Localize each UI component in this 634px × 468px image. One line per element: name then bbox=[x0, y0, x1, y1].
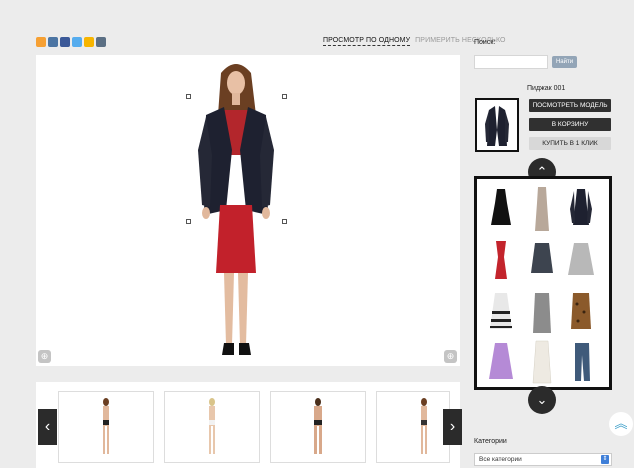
select-arrow-icon: ⇕ bbox=[601, 455, 609, 464]
livejournal-icon[interactable] bbox=[96, 37, 106, 47]
model-1-figure bbox=[103, 398, 109, 454]
categories-label: Категории bbox=[474, 438, 507, 445]
mail-icon[interactable] bbox=[84, 37, 94, 47]
catalog-item-purple-dress[interactable] bbox=[489, 343, 513, 379]
odnoklassniki-icon[interactable] bbox=[36, 37, 46, 47]
twitter-icon[interactable] bbox=[72, 37, 82, 47]
catalog-item-leopard-coat[interactable] bbox=[571, 293, 591, 329]
model-4-figure bbox=[421, 398, 427, 454]
tab-view-one[interactable]: ПРОСМОТР ПО ОДНОМУ bbox=[323, 37, 411, 46]
search-button[interactable]: Найти bbox=[552, 56, 577, 68]
catalog-item-black-dress[interactable] bbox=[491, 189, 511, 225]
category-selected-value: Все категории bbox=[479, 456, 522, 463]
model-thumb-4[interactable] bbox=[376, 391, 450, 463]
catalog-item-striped-skirt[interactable] bbox=[490, 293, 512, 329]
model-figure bbox=[198, 64, 274, 355]
view-model-button[interactable]: ПОСМОТРЕТЬ МОДЕЛЬ bbox=[529, 99, 611, 112]
catalog-item-black-jacket[interactable] bbox=[570, 189, 592, 225]
zoom-in-icon[interactable]: ⊕ bbox=[444, 350, 457, 363]
zoom-out-icon[interactable]: ⊕ bbox=[38, 350, 51, 363]
buy-one-click-button[interactable]: КУПИТЬ В 1 КЛИК bbox=[529, 137, 611, 150]
catalog-item-jeans[interactable] bbox=[575, 343, 590, 381]
catalog-item-floral-maxi-dress[interactable] bbox=[535, 187, 549, 231]
catalog-item-white-dress[interactable] bbox=[532, 340, 552, 384]
chevron-right-icon[interactable]: › bbox=[443, 409, 462, 445]
catalog-item-red-dress[interactable] bbox=[495, 241, 507, 279]
model-thumb-2[interactable] bbox=[164, 391, 260, 463]
model-thumb-1[interactable] bbox=[58, 391, 154, 463]
model-2-figure bbox=[209, 398, 215, 454]
item-title: Пиджак 001 bbox=[527, 85, 566, 92]
model-3-figure bbox=[314, 398, 322, 454]
add-to-cart-button[interactable]: В КОРЗИНУ bbox=[529, 118, 611, 131]
chevron-down-icon[interactable]: ⌄ bbox=[528, 386, 556, 414]
resize-handle-tl[interactable] bbox=[186, 94, 191, 99]
vk-icon[interactable] bbox=[48, 37, 58, 47]
catalog-items bbox=[489, 187, 594, 384]
catalog-item-gray-skirt[interactable] bbox=[531, 243, 553, 273]
fitting-stage: ⊕ ⊕ bbox=[36, 55, 460, 366]
search-input[interactable] bbox=[474, 55, 548, 69]
resize-handle-bl[interactable] bbox=[186, 219, 191, 224]
catalog-item-gray-coat[interactable] bbox=[533, 293, 551, 333]
jacket-image bbox=[485, 106, 509, 146]
social-share-bar bbox=[36, 37, 106, 47]
chevron-left-icon[interactable]: ‹ bbox=[38, 409, 57, 445]
facebook-icon[interactable] bbox=[60, 37, 70, 47]
scroll-top-icon[interactable]: ︽ bbox=[609, 412, 633, 436]
search-label: Поиск: bbox=[474, 39, 496, 46]
catalog-item-light-gray-skirt[interactable] bbox=[568, 243, 594, 275]
category-select[interactable]: Все категории ⇕ bbox=[474, 453, 612, 466]
item-thumbnail bbox=[475, 98, 519, 152]
catalog-grid bbox=[474, 176, 612, 390]
resize-handle-tr[interactable] bbox=[282, 94, 287, 99]
resize-handle-br[interactable] bbox=[282, 219, 287, 224]
model-thumb-3[interactable] bbox=[270, 391, 366, 463]
